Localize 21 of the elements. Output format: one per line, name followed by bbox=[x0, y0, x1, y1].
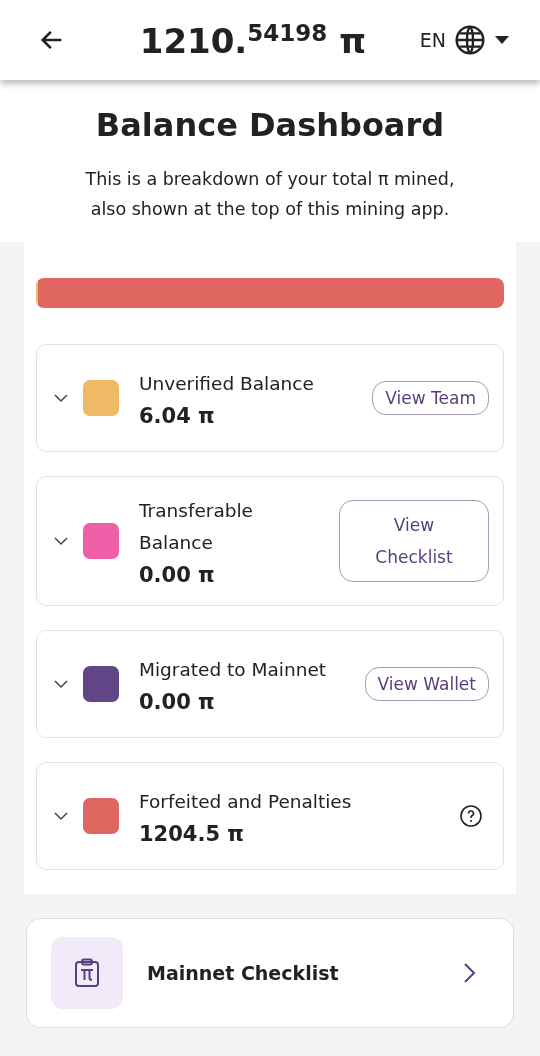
balance-label: Forfeited and Penalties bbox=[139, 790, 353, 814]
chevron-right-icon bbox=[463, 962, 477, 984]
globe-icon bbox=[454, 24, 486, 56]
balance-label: Unverified Balance bbox=[139, 372, 315, 396]
help-icon[interactable] bbox=[459, 804, 483, 828]
total-balance: 1210.$^{54198}$ π bbox=[138, 19, 368, 61]
balance-amount: 6.04 π bbox=[139, 404, 216, 428]
action-button[interactable]: View Checklist bbox=[339, 500, 489, 582]
checklist-link[interactable]: Mainnet Checklist bbox=[26, 918, 514, 1028]
balance-label: Migrated to Mainnet bbox=[139, 658, 328, 682]
action-button[interactable]: View Wallet bbox=[364, 667, 489, 701]
page-title: Balance Dashboard bbox=[95, 106, 445, 144]
action-button[interactable]: View Team bbox=[372, 381, 489, 415]
language-selector[interactable]: EN bbox=[419, 24, 510, 56]
balance-amount: 0.00 π bbox=[139, 563, 216, 587]
caret-icon bbox=[494, 35, 510, 45]
balance-amount: 1204.5 π bbox=[139, 822, 245, 846]
balance-label: Transferable Balance bbox=[139, 499, 254, 555]
description-text: This is a breakdown of your total π mined, also shown at the top of this mining app. bbox=[84, 168, 456, 221]
clipboard-pi-icon bbox=[74, 958, 100, 988]
balance-amount: 0.00 π bbox=[139, 690, 216, 714]
